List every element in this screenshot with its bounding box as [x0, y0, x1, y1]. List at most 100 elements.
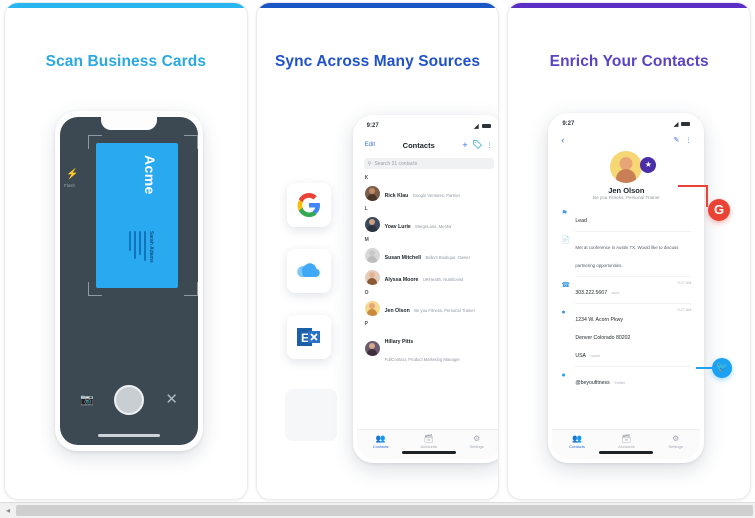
contact-hero: ★ Jen Olson Be you Fitness, Personal Tra…	[552, 147, 700, 200]
status-indicators: ◢	[674, 121, 691, 128]
back-button[interactable]: ‹	[561, 135, 564, 145]
tab-settings[interactable]: ⚙ Settings	[651, 434, 700, 449]
list-item[interactable]: Hillary Pitts FullContact, Product Marke…	[357, 328, 499, 368]
detail-value: Lead	[575, 218, 587, 224]
avatar	[364, 340, 380, 356]
contacts-list[interactable]: K Rick Klau Google Ventures, Partner L Y…	[357, 173, 499, 368]
list-item[interactable]: Rick Klau Google Ventures, Partner	[357, 182, 499, 204]
list-item[interactable]: Yoav Lurie MergeLane, Mentor	[357, 213, 499, 235]
divider	[575, 366, 692, 367]
tab-bar: 👥 Contacts 🗃 Accounts ⚙ Settings	[552, 429, 701, 459]
phone-mockup-scanner: ⚡ Flash Acme Sarah Adams 📷 ✕	[55, 111, 203, 451]
close-icon[interactable]: ✕	[165, 390, 178, 408]
scroll-left-arrow[interactable]: ◂	[0, 506, 16, 515]
more-icon[interactable]: ⋮	[685, 137, 691, 144]
tag-icon[interactable]	[472, 136, 482, 154]
scrollbar-thumb[interactable]	[16, 505, 753, 516]
detail-timestamp: 9:27 AM	[677, 281, 692, 285]
contact-subtitle: Be you Fitness, Personal Trainer	[593, 195, 660, 200]
detail-row-twitter[interactable]: ● @beyoufitness Twitter	[552, 368, 700, 392]
search-icon: ⚲	[367, 160, 372, 167]
twitter-enrich-connector	[696, 367, 713, 369]
settings-icon: ⚙	[473, 434, 481, 443]
business-card-line	[129, 231, 131, 251]
avatar	[610, 151, 643, 183]
exchange-source-icon[interactable]: E	[286, 315, 331, 359]
scan-bracket-bottom-right	[184, 282, 198, 296]
tab-accounts[interactable]: 🗃 Accounts	[405, 434, 453, 449]
battery-icon	[681, 121, 691, 127]
detail-row-phone[interactable]: ☎ 303.222.5667 work 9:27 AM	[552, 278, 700, 302]
more-icon[interactable]: ⋮	[487, 142, 493, 149]
section-letter: O	[364, 290, 369, 296]
detail-value: Met at conference in Austin TX. Would li…	[575, 245, 679, 268]
twitter-icon: ●	[561, 372, 566, 379]
detail-row-note[interactable]: 📄 Met at conference in Austin TX. Would …	[552, 233, 700, 275]
add-contact-button[interactable]: +	[462, 140, 467, 150]
tab-accounts[interactable]: 🗃 Accounts	[602, 434, 651, 449]
phone-mockup-contact-detail: 9:27 ◢ ‹ ✎ ⋮ ★ Jen Olson Be you Fitness,…	[548, 113, 705, 463]
business-card-line	[144, 231, 146, 261]
edit-button[interactable]: Edit	[365, 142, 375, 148]
detail-value: 1234 W. Acorn Pkwy Denver Colorado 80202…	[575, 317, 631, 359]
business-card-name: Sarah Adams	[148, 231, 154, 263]
battery-icon	[481, 123, 491, 129]
panel-accent-bar-3	[508, 3, 751, 8]
list-item[interactable]: Jen Olson Be you Fitness, Personal Train…	[357, 297, 499, 319]
note-icon: 📄	[561, 237, 571, 244]
section-letter: P	[364, 321, 369, 327]
search-input[interactable]: ⚲ Search 21 contacts	[363, 158, 494, 169]
gallery-icon[interactable]: 📷	[80, 393, 94, 406]
phone-icon: ☎	[561, 282, 571, 289]
phone-notch	[101, 117, 157, 130]
detail-navbar: ‹ ✎ ⋮	[552, 131, 700, 147]
tab-contacts[interactable]: 👥 Contacts	[552, 434, 601, 449]
contact-subtitle: Be you Fitness, Personal Trainer	[414, 308, 475, 313]
business-card-line	[134, 231, 136, 259]
home-indicator	[599, 451, 654, 454]
flash-label: Flash	[64, 183, 76, 188]
contacts-navbar: Edit Contacts + ⋮	[357, 133, 499, 158]
divider	[575, 231, 692, 232]
contact-name: Susan Mitchell	[384, 255, 421, 261]
google-enrich-connector	[678, 185, 709, 187]
tab-label: Contacts	[569, 444, 585, 449]
tab-label: Settings	[668, 444, 683, 449]
detail-row-tag[interactable]: ⚑ Lead	[552, 206, 700, 230]
detail-timestamp: 9:27 AM	[677, 308, 692, 312]
accounts-icon: 🗃	[621, 434, 632, 443]
tab-contacts[interactable]: 👥 Contacts	[357, 434, 405, 449]
contact-subtitle: URHealth, Nutritionist	[422, 277, 464, 282]
contacts-icon: 👥	[572, 434, 582, 443]
camera-controls: 📷 ✕	[60, 385, 198, 419]
navbar-actions: + ⋮	[462, 136, 492, 154]
flash-icon[interactable]: ⚡	[66, 169, 78, 180]
enrich-badge-icon: ★	[640, 157, 657, 173]
icloud-source-icon[interactable]	[286, 249, 331, 293]
contacts-icon: 👥	[375, 434, 386, 443]
avatar	[364, 300, 380, 316]
tab-label: Accounts	[618, 444, 635, 449]
status-time: 9:27	[562, 121, 575, 127]
settings-icon: ⚙	[672, 434, 680, 443]
edit-icon[interactable]: ✎	[673, 136, 679, 144]
phone-mockup-contacts: 9:27 ◢ Edit Contacts + ⋮ ⚲ Search 21 con…	[352, 115, 499, 463]
scan-bracket-top-right	[184, 135, 198, 149]
contact-subtitle: MergeLane, Mentor	[415, 224, 452, 229]
screenshot-carousel: Scan Business Cards ⚡ Flash Acme Sarah A…	[0, 0, 755, 500]
divider	[575, 303, 692, 304]
tab-settings[interactable]: ⚙ Settings	[453, 434, 499, 449]
horizontal-scrollbar[interactable]: ◂	[0, 502, 755, 518]
detail-row-address[interactable]: ● 1234 W. Acorn Pkwy Denver Colorado 802…	[552, 305, 700, 365]
contact-name: Yoav Lurie	[384, 224, 411, 230]
list-item[interactable]: Alyssa Moore URHealth, Nutritionist	[357, 266, 499, 288]
avatar	[364, 247, 380, 263]
section-letter: K	[364, 175, 369, 181]
shutter-button[interactable]	[114, 385, 144, 415]
contact-name: Jen Olson	[384, 308, 410, 314]
google-source-icon[interactable]	[286, 183, 331, 227]
list-item[interactable]: Susan Mitchell Bella's Boutique, Owner	[357, 244, 499, 266]
tab-label: Settings	[469, 444, 484, 449]
status-time: 9:27	[366, 123, 379, 129]
contacts-screen: 9:27 ◢ Edit Contacts + ⋮ ⚲ Search 21 con…	[356, 119, 499, 459]
